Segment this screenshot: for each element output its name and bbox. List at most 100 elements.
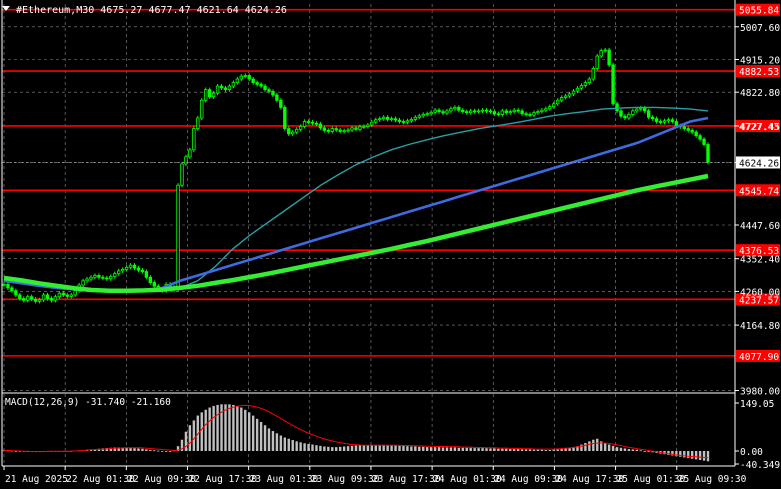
macd-histogram-bar (493, 448, 496, 452)
price-level-label: 4077.90 (739, 352, 779, 363)
macd-histogram-bar (311, 444, 314, 452)
candle-body (583, 82, 588, 86)
macd-histogram-bar (374, 444, 377, 452)
macd-histogram-bar (639, 450, 642, 452)
macd-histogram-bar (690, 451, 694, 459)
x-tick-label: 25 Aug 09:30 (678, 474, 747, 485)
x-tick-label: 24 Aug 09:30 (494, 474, 563, 485)
macd-histogram-bar (366, 445, 370, 452)
macd-histogram-bar (627, 449, 631, 452)
macd-histogram-bar (449, 447, 453, 452)
macd-histogram-bar (263, 425, 267, 452)
candle-body (287, 128, 291, 135)
macd-histogram-bar (687, 451, 690, 459)
candle-body (113, 273, 117, 277)
candle-body (461, 109, 465, 113)
macd-histogram-bar (244, 409, 247, 452)
trading-chart[interactable]: 5055.844882.534727.434545.744376.534237.… (0, 0, 781, 489)
candle-body (548, 106, 552, 110)
macd-histogram-bar (683, 451, 686, 458)
candle-body (658, 121, 663, 123)
candle-body (235, 78, 240, 83)
macd-histogram-bar (382, 444, 385, 452)
candle-body (556, 99, 560, 105)
candle-body (449, 108, 453, 112)
candle-body (18, 294, 22, 299)
macd-histogram-bar (406, 446, 409, 452)
candle-body (184, 156, 188, 165)
macd-histogram-bar (477, 448, 480, 452)
y-tick-label: 4727.45 (740, 122, 780, 133)
candle-body (627, 114, 631, 119)
candle-body (366, 124, 370, 127)
macd-histogram-bar (141, 448, 144, 452)
macd-histogram-bar (607, 444, 611, 452)
candle-body (516, 109, 520, 112)
macd-histogram-bar (319, 445, 322, 452)
candle-body (26, 296, 30, 301)
candle-body (504, 110, 508, 114)
candle-body (599, 50, 603, 57)
candle-body (567, 93, 572, 97)
candle-body (603, 49, 607, 52)
macd-histogram-bar (524, 449, 528, 452)
candle-body (544, 108, 548, 111)
macd-y-tick-label: -40.349 (740, 460, 780, 471)
macd-histogram-bar (327, 446, 330, 452)
candle-body (457, 106, 461, 111)
candle-body (22, 298, 26, 301)
candle-body (492, 111, 497, 115)
candle-body (571, 90, 576, 95)
y-tick-label: 4260.00 (740, 287, 780, 298)
macd-histogram-bar (303, 443, 306, 452)
candle-body (433, 109, 437, 113)
macd-histogram-bar (465, 447, 468, 452)
macd-histogram-bar (425, 447, 429, 452)
candle-body (116, 270, 121, 275)
macd-histogram-bar (236, 405, 239, 452)
macd-histogram-bar (358, 445, 362, 452)
candle-body (389, 118, 394, 121)
macd-histogram-bar (509, 449, 512, 452)
candle-body (10, 287, 14, 292)
candle-body (393, 118, 398, 121)
macd-histogram-bar (414, 446, 417, 452)
candle-body (101, 276, 105, 279)
candle-body (417, 115, 421, 118)
macd-histogram-bar (702, 451, 706, 461)
candle-body (2, 283, 6, 286)
candle-body (140, 269, 145, 272)
candle-body (370, 121, 374, 126)
candle-body (215, 85, 220, 94)
candle-body (397, 119, 402, 122)
macd-histogram-bar (200, 412, 203, 452)
macd-histogram-bar (192, 420, 196, 452)
candle-body (536, 111, 540, 114)
macd-histogram-bar (362, 445, 366, 452)
candle-body (409, 118, 414, 122)
candle-body (342, 130, 346, 133)
price-level-label: 4545.74 (739, 186, 779, 197)
candle-body (53, 296, 58, 301)
candle-body (587, 78, 592, 83)
macd-histogram-bar (548, 450, 551, 452)
candle-body (413, 116, 418, 120)
candle-body (670, 119, 675, 122)
macd-histogram-bar (188, 425, 192, 452)
macd-histogram-bar (588, 441, 591, 452)
macd-histogram-bar (552, 449, 555, 452)
candle-body (69, 294, 73, 297)
macd-histogram-bar (611, 445, 615, 452)
macd-histogram-bar (433, 447, 437, 452)
macd-histogram-bar (398, 445, 401, 452)
candle-body (128, 264, 133, 268)
y-tick-label: 3980.00 (740, 387, 780, 398)
candle-body (144, 271, 149, 278)
candle-body (524, 113, 528, 116)
candle-body (532, 112, 536, 116)
macd-histogram-bar (694, 451, 698, 460)
candle-body (188, 149, 192, 158)
macd-histogram-bar (271, 431, 275, 452)
candle-body (61, 292, 66, 296)
candle-body (105, 277, 109, 280)
